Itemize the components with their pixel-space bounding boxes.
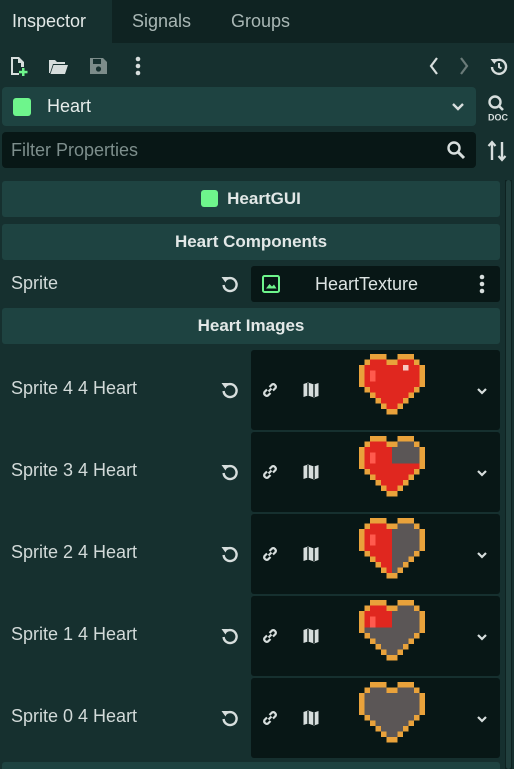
- new-resource-icon[interactable]: [6, 54, 30, 78]
- next-section-edge: [2, 762, 500, 769]
- chevron-down-icon[interactable]: [475, 384, 489, 403]
- texture-image-icon: [261, 274, 281, 299]
- heart-texture-preview: [359, 682, 425, 753]
- texture-resource-picker[interactable]: [251, 514, 500, 594]
- map-icon[interactable]: [301, 708, 321, 733]
- tab-signals[interactable]: Signals: [120, 0, 220, 43]
- tab-groups[interactable]: Groups: [219, 0, 319, 43]
- property-tools-icon[interactable]: [486, 140, 508, 167]
- link-icon[interactable]: [260, 708, 280, 733]
- map-icon[interactable]: [301, 462, 321, 487]
- sprite-resource-name: HeartTexture: [315, 274, 419, 294]
- filter-properties-input[interactable]: [2, 132, 432, 168]
- node-name: Heart: [47, 96, 92, 116]
- class-swatch: [201, 190, 219, 207]
- map-icon[interactable]: [301, 626, 321, 651]
- group-heart-components[interactable]: Heart Components: [2, 224, 500, 260]
- tab-inspector[interactable]: Inspector: [0, 0, 112, 43]
- inspector-toolbar: [0, 46, 514, 86]
- revert-icon[interactable]: [220, 626, 240, 646]
- node-selector[interactable]: Heart: [2, 87, 476, 126]
- sprite-property-label: Sprite: [11, 273, 59, 293]
- heart-image-label: Sprite 4 4 Heart: [11, 378, 138, 398]
- texture-resource-picker[interactable]: [251, 350, 500, 430]
- texture-resource-picker[interactable]: [251, 432, 500, 512]
- heart-image-label: Sprite 0 4 Heart: [11, 706, 138, 726]
- history-forward-icon[interactable]: [452, 54, 476, 78]
- more-icon[interactable]: [126, 54, 150, 78]
- link-icon[interactable]: [260, 462, 280, 487]
- history-back-icon[interactable]: [422, 54, 446, 78]
- heart-texture-preview: [359, 436, 425, 507]
- heart-image-label: Sprite 3 4 Heart: [11, 460, 138, 480]
- class-header: HeartGUI: [2, 181, 500, 217]
- object-history-icon[interactable]: [487, 54, 511, 78]
- heart-texture-preview: [359, 518, 425, 589]
- scrollbar[interactable]: [505, 180, 512, 769]
- open-folder-icon[interactable]: [46, 54, 70, 78]
- chevron-down-icon[interactable]: [475, 630, 489, 649]
- search-icon: [446, 140, 466, 165]
- chevron-down-icon[interactable]: [475, 712, 489, 731]
- revert-icon[interactable]: [220, 708, 240, 728]
- sprite-resource-picker[interactable]: HeartTexture: [251, 266, 500, 302]
- revert-icon[interactable]: [220, 380, 240, 400]
- texture-resource-picker[interactable]: [251, 678, 500, 758]
- group-heart-images-label: Heart Images: [197, 316, 305, 335]
- dock-tab-bar: Inspector Signals Groups: [0, 0, 514, 43]
- doc-button[interactable]: DOC: [484, 92, 512, 123]
- texture-resource-picker[interactable]: [251, 596, 500, 676]
- link-icon[interactable]: [260, 626, 280, 651]
- save-icon[interactable]: [86, 54, 110, 78]
- revert-icon[interactable]: [220, 544, 240, 564]
- map-icon[interactable]: [301, 380, 321, 405]
- link-icon[interactable]: [260, 544, 280, 569]
- group-heart-components-label: Heart Components: [174, 232, 328, 251]
- heart-image-label: Sprite 1 4 Heart: [11, 624, 138, 644]
- class-header-label: HeartGUI: [227, 189, 301, 208]
- chevron-down-icon[interactable]: [475, 548, 489, 567]
- scrollbar-thumb[interactable]: [506, 180, 511, 769]
- more-icon[interactable]: [478, 273, 486, 300]
- group-heart-images[interactable]: Heart Images: [2, 308, 500, 344]
- node-type-swatch: [13, 98, 31, 116]
- map-icon[interactable]: [301, 544, 321, 569]
- chevron-down-icon: [450, 99, 466, 120]
- doc-button-label: DOC: [488, 113, 509, 123]
- heart-texture-preview: [359, 354, 425, 425]
- chevron-down-icon[interactable]: [475, 466, 489, 485]
- heart-image-label: Sprite 2 4 Heart: [11, 542, 138, 562]
- heart-texture-preview: [359, 600, 425, 671]
- filter-properties-field: [2, 132, 476, 168]
- revert-icon[interactable]: [220, 462, 240, 482]
- revert-icon[interactable]: [220, 274, 240, 294]
- link-icon[interactable]: [260, 380, 280, 405]
